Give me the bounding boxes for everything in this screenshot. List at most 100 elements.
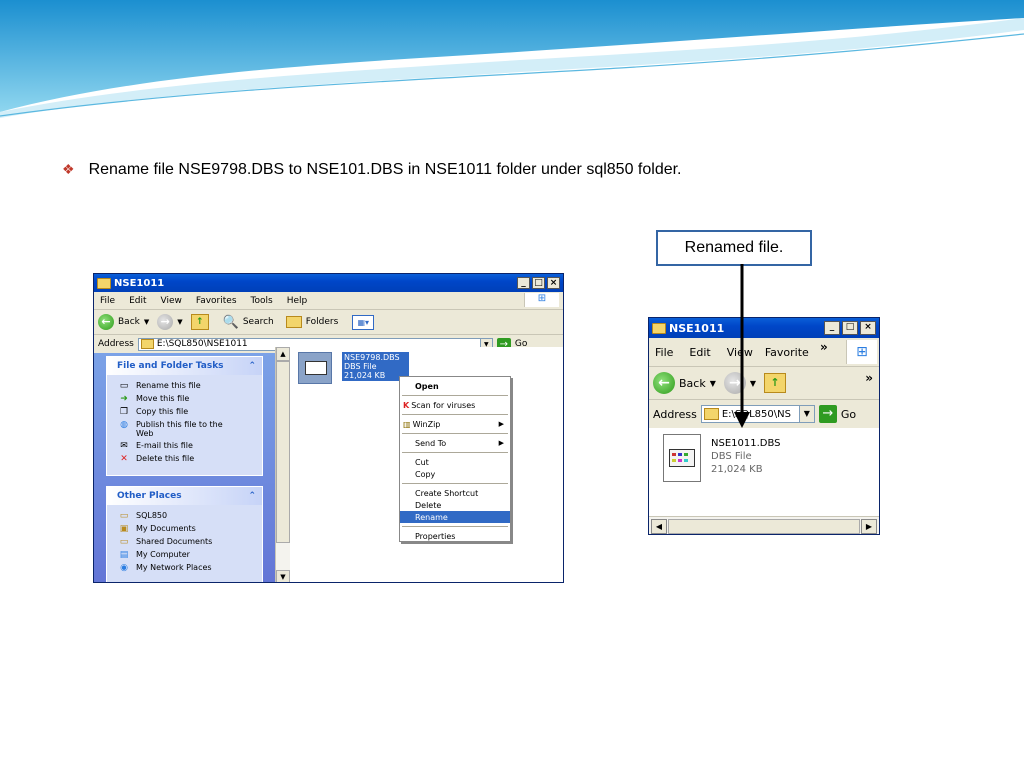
scroll-thumb[interactable]	[276, 361, 290, 543]
menu-file[interactable]: File	[655, 346, 673, 359]
place-label: My Computer	[136, 550, 190, 559]
ctx-label: Properties	[415, 531, 456, 541]
place-label: My Documents	[136, 524, 196, 533]
submenu-arrow-icon: ▶	[498, 439, 504, 447]
ctx-winzip[interactable]: ▥ WinZip ▶	[400, 418, 510, 430]
file-type: DBS File	[344, 362, 377, 371]
place-my-computer[interactable]: ▤ My Computer	[107, 548, 262, 561]
forward-dropdown-icon[interactable]: ▼	[177, 318, 182, 326]
right-title-bar[interactable]: NSE1011 _ □ ×	[649, 318, 879, 338]
maximize-button[interactable]: □	[842, 321, 858, 335]
views-icon[interactable]: ▦▾	[352, 314, 375, 330]
ctx-separator	[402, 395, 508, 396]
collapse-chevron-icon[interactable]: ⌃	[248, 491, 256, 501]
scroll-thumb[interactable]	[668, 519, 860, 534]
globe-icon: ◍	[120, 420, 128, 430]
menu-view[interactable]: View	[161, 296, 182, 306]
task-label: Publish this file to the Web	[136, 420, 223, 438]
task-copy[interactable]: ❐ Copy this file	[107, 405, 262, 418]
header-swoosh-decoration	[0, 0, 1024, 118]
forward-arrow-icon[interactable]: →	[157, 314, 174, 330]
ctx-copy[interactable]: Copy	[400, 468, 510, 480]
back-dropdown-icon[interactable]: ▼	[144, 318, 149, 326]
folders-button[interactable]: Folders	[306, 317, 339, 327]
search-icon[interactable]: 🔍	[223, 315, 239, 330]
scroll-left-arrow-icon[interactable]: ◀	[651, 519, 667, 534]
task-label: Rename this file	[136, 381, 201, 390]
search-button[interactable]: Search	[243, 317, 274, 327]
other-places-header[interactable]: Other Places ⌃	[107, 487, 262, 505]
minimize-button[interactable]: _	[824, 321, 840, 335]
scroll-up-arrow-icon[interactable]: ▲	[276, 347, 290, 361]
ctx-rename[interactable]: Rename	[400, 511, 510, 523]
documents-icon: ▣	[119, 524, 129, 534]
address-dropdown-icon[interactable]: ▼	[798, 406, 814, 422]
ctx-separator	[402, 433, 508, 434]
left-menu-bar: File Edit View Favorites Tools Help ⊞	[94, 292, 563, 310]
ctx-properties[interactable]: Properties	[400, 530, 510, 542]
folders-icon[interactable]	[285, 316, 302, 328]
go-arrow-icon[interactable]: →	[818, 405, 837, 423]
address-input[interactable]: E:\SQL850\NS ▼	[700, 405, 815, 423]
back-arrow-icon[interactable]: ←	[98, 314, 114, 330]
folder-icon	[97, 277, 111, 289]
renamed-callout: Renamed file.	[656, 230, 812, 266]
ctx-separator	[402, 483, 508, 484]
windows-logo-icon: ⊞	[846, 340, 877, 364]
left-title-bar[interactable]: NSE1011 _ □ ×	[94, 274, 563, 292]
scroll-right-arrow-icon[interactable]: ▶	[861, 519, 877, 534]
place-my-documents[interactable]: ▣ My Documents	[107, 522, 262, 535]
back-dropdown-icon[interactable]: ▼	[710, 379, 716, 388]
maximize-button[interactable]: □	[532, 277, 545, 289]
other-places-title: Other Places	[117, 491, 182, 501]
menu-favorites[interactable]: Favorites	[196, 296, 237, 306]
place-label: Shared Documents	[136, 537, 213, 546]
collapse-chevron-icon[interactable]: ⌃	[248, 361, 256, 371]
place-shared-documents[interactable]: ▭ Shared Documents	[107, 535, 262, 548]
task-delete[interactable]: ✕ Delete this file	[107, 452, 262, 465]
close-button[interactable]: ×	[547, 277, 560, 289]
left-toolbar: ← Back ▼ → ▼ ↑ 🔍 Search Folders ▦▾	[94, 310, 563, 335]
menu-help[interactable]: Help	[287, 296, 308, 306]
horizontal-scrollbar[interactable]: ◀ ▶	[649, 516, 879, 534]
ctx-open[interactable]: Open	[400, 380, 510, 392]
address-value: E:\SQL850\NSE1011	[156, 339, 248, 349]
place-sql850[interactable]: ▭ SQL850	[107, 509, 262, 522]
ctx-label: Delete	[415, 500, 442, 510]
ctx-delete[interactable]: Delete	[400, 499, 510, 511]
menu-overflow-icon[interactable]: »	[820, 340, 828, 354]
task-email[interactable]: ✉ E-mail this file	[107, 439, 262, 452]
submenu-arrow-icon: ▶	[498, 420, 504, 428]
menu-edit[interactable]: Edit	[129, 296, 146, 306]
menu-edit[interactable]: Edit	[689, 346, 710, 359]
menu-favorite[interactable]: Favorite	[765, 346, 809, 359]
task-rename[interactable]: ▭ Rename this file	[107, 379, 262, 392]
back-button[interactable]: Back	[118, 317, 140, 327]
file-folder-tasks-header[interactable]: File and Folder Tasks ⌃	[107, 357, 262, 375]
menu-file[interactable]: File	[100, 296, 115, 306]
task-pane: File and Folder Tasks ⌃ ▭ Rename this fil…	[94, 353, 275, 582]
right-file-view-area[interactable]: NSE1011.DBS DBS File 21,024 KB	[649, 428, 879, 516]
place-label: SQL850	[136, 511, 168, 520]
ctx-create-shortcut[interactable]: Create Shortcut	[400, 487, 510, 499]
file-name: NSE9798.DBS	[344, 353, 400, 362]
scroll-down-arrow-icon[interactable]: ▼	[276, 570, 290, 582]
back-button[interactable]: Back	[679, 377, 706, 390]
minimize-button[interactable]: _	[517, 277, 530, 289]
ctx-scan-viruses[interactable]: K Scan for viruses	[400, 399, 510, 411]
place-my-network[interactable]: ◉ My Network Places	[107, 561, 262, 574]
up-folder-icon[interactable]: ↑	[190, 314, 209, 330]
go-button[interactable]: Go	[841, 408, 856, 421]
menu-tools[interactable]: Tools	[251, 296, 273, 306]
toolbar-overflow-icon[interactable]: »	[865, 371, 873, 385]
ctx-separator	[402, 526, 508, 527]
close-button[interactable]: ×	[860, 321, 876, 335]
ctx-cut[interactable]: Cut	[400, 456, 510, 468]
back-arrow-icon[interactable]: ←	[653, 372, 675, 394]
up-folder-icon[interactable]: ↑	[764, 373, 787, 393]
task-pane-scrollbar[interactable]: ▲ ▼	[275, 347, 290, 582]
file-size: 21,024 KB	[711, 464, 763, 475]
task-publish[interactable]: ◍ Publish this file to the Web	[107, 418, 262, 439]
task-move[interactable]: ➜ Move this file	[107, 392, 262, 405]
ctx-send-to[interactable]: Send To ▶	[400, 437, 510, 449]
